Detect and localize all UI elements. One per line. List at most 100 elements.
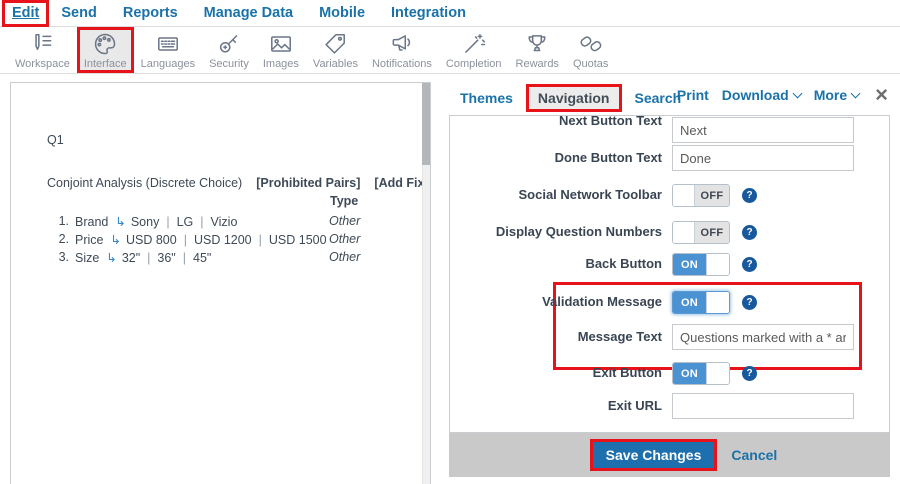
tool-label: Rewards — [516, 58, 559, 70]
help-icon[interactable]: ? — [742, 188, 757, 203]
attribute-values: Price↳USD 800|USD 1200|USD 1500 — [75, 232, 327, 247]
completion-icon — [461, 31, 487, 57]
field-label: Social Network Toolbar — [450, 184, 662, 202]
social-network-toolbar-toggle[interactable]: OFF — [672, 184, 730, 207]
form-row-exit-button: Exit Button ON? — [450, 362, 889, 385]
cancel-link[interactable]: Cancel — [731, 447, 777, 463]
help-icon[interactable]: ? — [742, 366, 757, 381]
tool-rewards[interactable]: Rewards — [509, 27, 566, 73]
tab-themes[interactable]: Themes — [457, 90, 516, 106]
workspace-icon — [29, 31, 55, 57]
tool-interface[interactable]: Interface — [77, 27, 134, 73]
panel-actions: Print Download More × — [677, 87, 888, 103]
attribute-type: Other — [329, 214, 360, 228]
toggle-knob — [706, 292, 729, 313]
tool-label: Workspace — [15, 58, 70, 70]
exit-url-input[interactable] — [672, 393, 854, 419]
tool-label: Interface — [84, 58, 127, 70]
preview-scrollbar[interactable] — [422, 83, 430, 484]
attribute-value: LG — [177, 215, 194, 229]
question-type-label: Conjoint Analysis (Discrete Choice) — [47, 176, 242, 190]
help-icon[interactable]: ? — [742, 295, 757, 310]
tool-quotas[interactable]: Quotas — [566, 27, 615, 73]
tool-label: Notifications — [372, 58, 432, 70]
level-arrow-icon: ↳ — [110, 233, 120, 247]
nav-item-edit[interactable]: Edit — [12, 5, 39, 21]
help-icon[interactable]: ? — [742, 257, 757, 272]
tool-label: Variables — [313, 58, 358, 70]
exit-button-toggle[interactable]: ON — [672, 362, 730, 385]
message-text-input[interactable] — [672, 324, 854, 350]
nav-item-manage-data[interactable]: Manage Data — [204, 5, 293, 21]
toggle-knob — [673, 185, 695, 206]
tool-variables[interactable]: Variables — [306, 27, 365, 73]
quotas-icon — [578, 31, 604, 57]
survey-preview-panel: Q1 Conjoint Analysis (Discrete Choice) [… — [10, 82, 431, 484]
tool-security[interactable]: Security — [202, 27, 256, 73]
value-separator: | — [259, 233, 262, 247]
tool-label: Quotas — [573, 58, 608, 70]
settings-panel: ThemesNavigationSearch Print Download Mo… — [449, 84, 892, 484]
toggle-knob — [673, 222, 695, 243]
toggle-knob — [706, 363, 729, 384]
tool-workspace[interactable]: Workspace — [8, 27, 77, 73]
attribute-value: USD 1500 — [269, 233, 327, 247]
print-link[interactable]: Print — [677, 87, 709, 103]
back-button-toggle[interactable]: ON — [672, 253, 730, 276]
rewards-icon — [524, 31, 550, 57]
chevron-down-icon — [851, 89, 861, 99]
attribute-value: Vizio — [211, 215, 238, 229]
attribute-type: Other — [329, 232, 360, 246]
tool-images[interactable]: Images — [256, 27, 306, 73]
nav-item-mobile[interactable]: Mobile — [319, 5, 365, 21]
tool-label: Security — [209, 58, 249, 70]
type-column-header: Type — [330, 194, 358, 208]
attribute-row: 3.Size↳32"|36"|45"Other — [11, 250, 430, 266]
tool-notifications[interactable]: Notifications — [365, 27, 439, 73]
save-changes-button[interactable]: Save Changes — [593, 442, 715, 468]
help-icon[interactable]: ? — [742, 225, 757, 240]
done-button-text-input[interactable] — [672, 145, 854, 171]
level-arrow-icon: ↳ — [115, 215, 125, 229]
more-menu[interactable]: More — [814, 87, 859, 103]
tool-completion[interactable]: Completion — [439, 27, 509, 73]
form-row-display-question-numbers: Display Question NumbersOFF? — [450, 221, 889, 244]
settings-panel-header: ThemesNavigationSearch Print Download Mo… — [449, 84, 892, 115]
attribute-value: 32" — [122, 251, 140, 265]
validation-message-toggle[interactable]: ON — [672, 291, 730, 314]
notifications-icon — [389, 31, 415, 57]
attribute-number: 2. — [53, 232, 69, 246]
form-row-exit-url: Exit URL — [450, 393, 889, 419]
attribute-values: Brand↳Sony|LG|Vizio — [75, 214, 237, 229]
edit-toolbar: Workspace Interface Languages Security Image… — [0, 27, 900, 74]
attribute-value: 45" — [193, 251, 211, 265]
nav-item-send[interactable]: Send — [61, 5, 96, 21]
field-label: Exit Button — [450, 362, 662, 380]
preview-scrollbar-thumb[interactable] — [422, 83, 430, 165]
tool-languages[interactable]: Languages — [134, 27, 202, 73]
form-row-validation-message: Validation MessageON? — [450, 291, 889, 314]
value-separator: | — [200, 215, 203, 229]
tab-navigation[interactable]: Navigation — [526, 84, 622, 112]
value-separator: | — [183, 251, 186, 265]
toggle-state-label: OFF — [695, 185, 729, 206]
form-row-next-button-text: Next Button Text — [450, 117, 889, 143]
attribute-values: Size↳32"|36"|45" — [75, 250, 211, 265]
close-icon[interactable]: × — [875, 87, 888, 103]
attribute-number: 1. — [53, 214, 69, 228]
navigation-settings-form: Next Button TextDone Button Text Social N… — [449, 115, 890, 433]
toggle-state-label: ON — [673, 254, 706, 275]
attribute-value: USD 1200 — [194, 233, 252, 247]
attribute-value: USD 800 — [126, 233, 177, 247]
survey-editor-window: Edit Send Reports Manage Data Mobile Integrat… — [0, 0, 900, 484]
next-button-text-input[interactable] — [672, 117, 854, 143]
prohibited-pairs-link[interactable]: [Prohibited Pairs] — [256, 176, 360, 190]
interface-icon — [92, 31, 118, 57]
nav-item-reports[interactable]: Reports — [123, 5, 178, 21]
field-label: Message Text — [450, 324, 662, 344]
field-label: Done Button Text — [450, 145, 662, 165]
display-question-numbers-toggle[interactable]: OFF — [672, 221, 730, 244]
nav-item-integration[interactable]: Integration — [391, 5, 466, 21]
download-menu[interactable]: Download — [722, 87, 801, 103]
form-row-done-button-text: Done Button Text — [450, 145, 889, 171]
